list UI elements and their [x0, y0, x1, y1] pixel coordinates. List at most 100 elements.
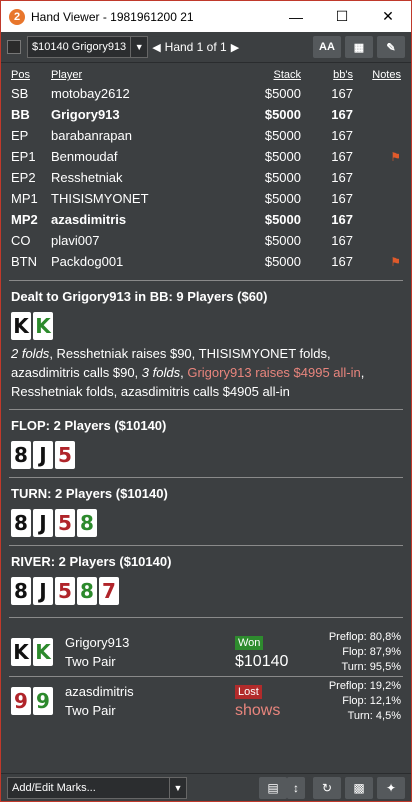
player-notes[interactable]: ⚑ [353, 146, 401, 167]
flop-cards: 8J5 [11, 441, 401, 469]
save-icon[interactable]: ▩ [345, 776, 373, 799]
result-player-name: azasdimitris [65, 684, 134, 699]
river-cards: 8J587 [11, 577, 401, 605]
action-folds: 3 folds [141, 365, 181, 380]
player-name: Packdog001 [51, 254, 124, 269]
chevron-down-icon[interactable]: ▼ [130, 37, 147, 57]
player-name: barabanrapan [51, 128, 132, 143]
app-logo-icon: 2 [9, 8, 25, 25]
player-bbs: 167 [331, 149, 353, 164]
player-notes[interactable] [353, 209, 401, 230]
player-row[interactable]: CO plavi007 $5000 167 [11, 230, 401, 251]
player-stack: $5000 [264, 254, 301, 269]
player-row[interactable]: EP1 Benmoudaf $5000 167 ⚑ [11, 146, 401, 167]
col-notes-header[interactable]: Notes [353, 67, 401, 83]
player-notes[interactable] [353, 83, 401, 104]
equity-turn: Turn: 4,5% [347, 709, 401, 722]
next-hand-icon[interactable]: ▶ [227, 41, 243, 54]
player-stack: $5000 [264, 170, 301, 185]
grid-icon[interactable]: ▦ [345, 36, 373, 58]
player-name: Grigory913 [51, 107, 120, 122]
player-position: EP2 [11, 170, 36, 185]
player-position: MP2 [11, 212, 38, 227]
playing-card: K [33, 312, 53, 340]
player-row[interactable]: SB motobay2612 $5000 167 [11, 83, 401, 104]
playing-card: K [11, 638, 31, 666]
close-button[interactable]: ✕ [365, 1, 411, 32]
shows-text: shows [235, 702, 281, 719]
result-row-loser: 99 azasdimitris Two Pair Lost shows Pref… [1, 677, 411, 725]
maximize-button[interactable]: ☐ [319, 1, 365, 32]
hole-cards: KK [11, 312, 401, 340]
player-row[interactable]: BTN Packdog001 $5000 167 ⚑ [11, 251, 401, 272]
playing-card: 8 [11, 441, 31, 469]
turn-cards: 8J58 [11, 509, 401, 537]
playing-card: J [33, 509, 53, 537]
select-hand-checkbox[interactable] [7, 40, 21, 54]
preflop-title: Dealt to Grigory913 in BB: 9 Players ($6… [11, 289, 268, 304]
col-stack-header[interactable]: Stack [231, 67, 301, 83]
player-stack: $5000 [264, 233, 301, 248]
chevron-down-icon[interactable]: ▼ [169, 777, 186, 798]
player-row[interactable]: EP2 Resshetniak $5000 167 [11, 167, 401, 188]
playing-card: K [11, 312, 31, 340]
player-notes[interactable]: ⚑ [353, 251, 401, 272]
hand-viewer-window: 2 Hand Viewer - 1981961200 21 — ☐ ✕ $101… [0, 0, 412, 802]
col-bbs-header[interactable]: bb's [301, 67, 353, 83]
minimize-button[interactable]: — [273, 1, 319, 32]
player-position: BTN [11, 254, 37, 269]
font-size-button[interactable]: AA [313, 36, 341, 58]
note-flag-icon[interactable]: ⚑ [390, 255, 401, 269]
window-title: Hand Viewer - 1981961200 21 [31, 9, 194, 24]
divider [9, 477, 403, 478]
player-notes[interactable] [353, 104, 401, 125]
player-bbs: 167 [331, 107, 353, 122]
preflop-section: Dealt to Grigory913 in BB: 9 Players ($6… [1, 289, 411, 401]
preflop-action: 2 folds, Resshetniak raises $90, THISISM… [11, 344, 401, 401]
twitter-icon[interactable]: ✦ [377, 776, 405, 799]
player-position: SB [11, 86, 29, 101]
player-bbs: 167 [331, 191, 353, 206]
turn-section: TURN: 2 Players ($10140) 8J58 [1, 486, 411, 537]
player-bbs: 167 [331, 128, 353, 143]
updown-icon[interactable]: ↕ [287, 776, 305, 799]
player-name: Resshetniak [51, 170, 123, 185]
toolbar: $10140 Grigory913 ▼ ◀ Hand 1 of 1 ▶ AA ▦… [1, 32, 411, 63]
clipboard-icon[interactable]: ▤ [259, 776, 287, 799]
player-stack: $5000 [264, 212, 301, 227]
marks-dropdown[interactable]: Add/Edit Marks... ▼ [7, 776, 187, 799]
title-bar[interactable]: 2 Hand Viewer - 1981961200 21 — ☐ ✕ [1, 1, 411, 32]
lost-badge: Lost [235, 685, 262, 699]
equity-stats: Preflop: 80,8% Flop: 87,9% Turn: 95,5% [303, 630, 401, 675]
player-row[interactable]: MP1 THISISMYONET $5000 167 [11, 188, 401, 209]
col-player-header[interactable]: Player [51, 67, 231, 83]
playing-card: 8 [77, 577, 97, 605]
player-notes[interactable] [353, 188, 401, 209]
result-hand-rank: Two Pair [65, 654, 116, 669]
hero-all-in-text: Grigory913 raises $4995 all-in [187, 365, 361, 380]
turn-title: TURN: 2 Players ($10140) [11, 486, 168, 501]
divider [9, 545, 403, 546]
tournament-dropdown[interactable]: $10140 Grigory913 ▼ [27, 36, 149, 58]
note-flag-icon[interactable]: ⚑ [390, 150, 401, 164]
playing-card: 9 [33, 687, 53, 715]
player-notes[interactable] [353, 125, 401, 146]
won-amount: $10140 [235, 653, 289, 670]
col-pos-header[interactable]: Pos [11, 67, 51, 83]
playing-card: J [33, 441, 53, 469]
action-folds: 2 folds [11, 346, 50, 361]
equity-flop: Flop: 87,9% [342, 645, 401, 658]
player-bbs: 167 [331, 254, 353, 269]
player-notes[interactable] [353, 167, 401, 188]
replay-icon[interactable]: ↻ [313, 776, 341, 799]
prev-hand-icon[interactable]: ◀ [148, 41, 164, 54]
player-row[interactable]: EP barabanrapan $5000 167 [11, 125, 401, 146]
player-stack: $5000 [264, 86, 301, 101]
equity-turn: Turn: 95,5% [341, 660, 401, 673]
player-row[interactable]: MP2 azasdimitris $5000 167 [11, 209, 401, 230]
marks-dropdown-value: Add/Edit Marks... [12, 781, 96, 794]
edit-pencil-icon[interactable]: ✎ [377, 36, 405, 58]
player-row[interactable]: BB Grigory913 $5000 167 [11, 104, 401, 125]
playing-card: 5 [55, 441, 75, 469]
player-notes[interactable] [353, 230, 401, 251]
